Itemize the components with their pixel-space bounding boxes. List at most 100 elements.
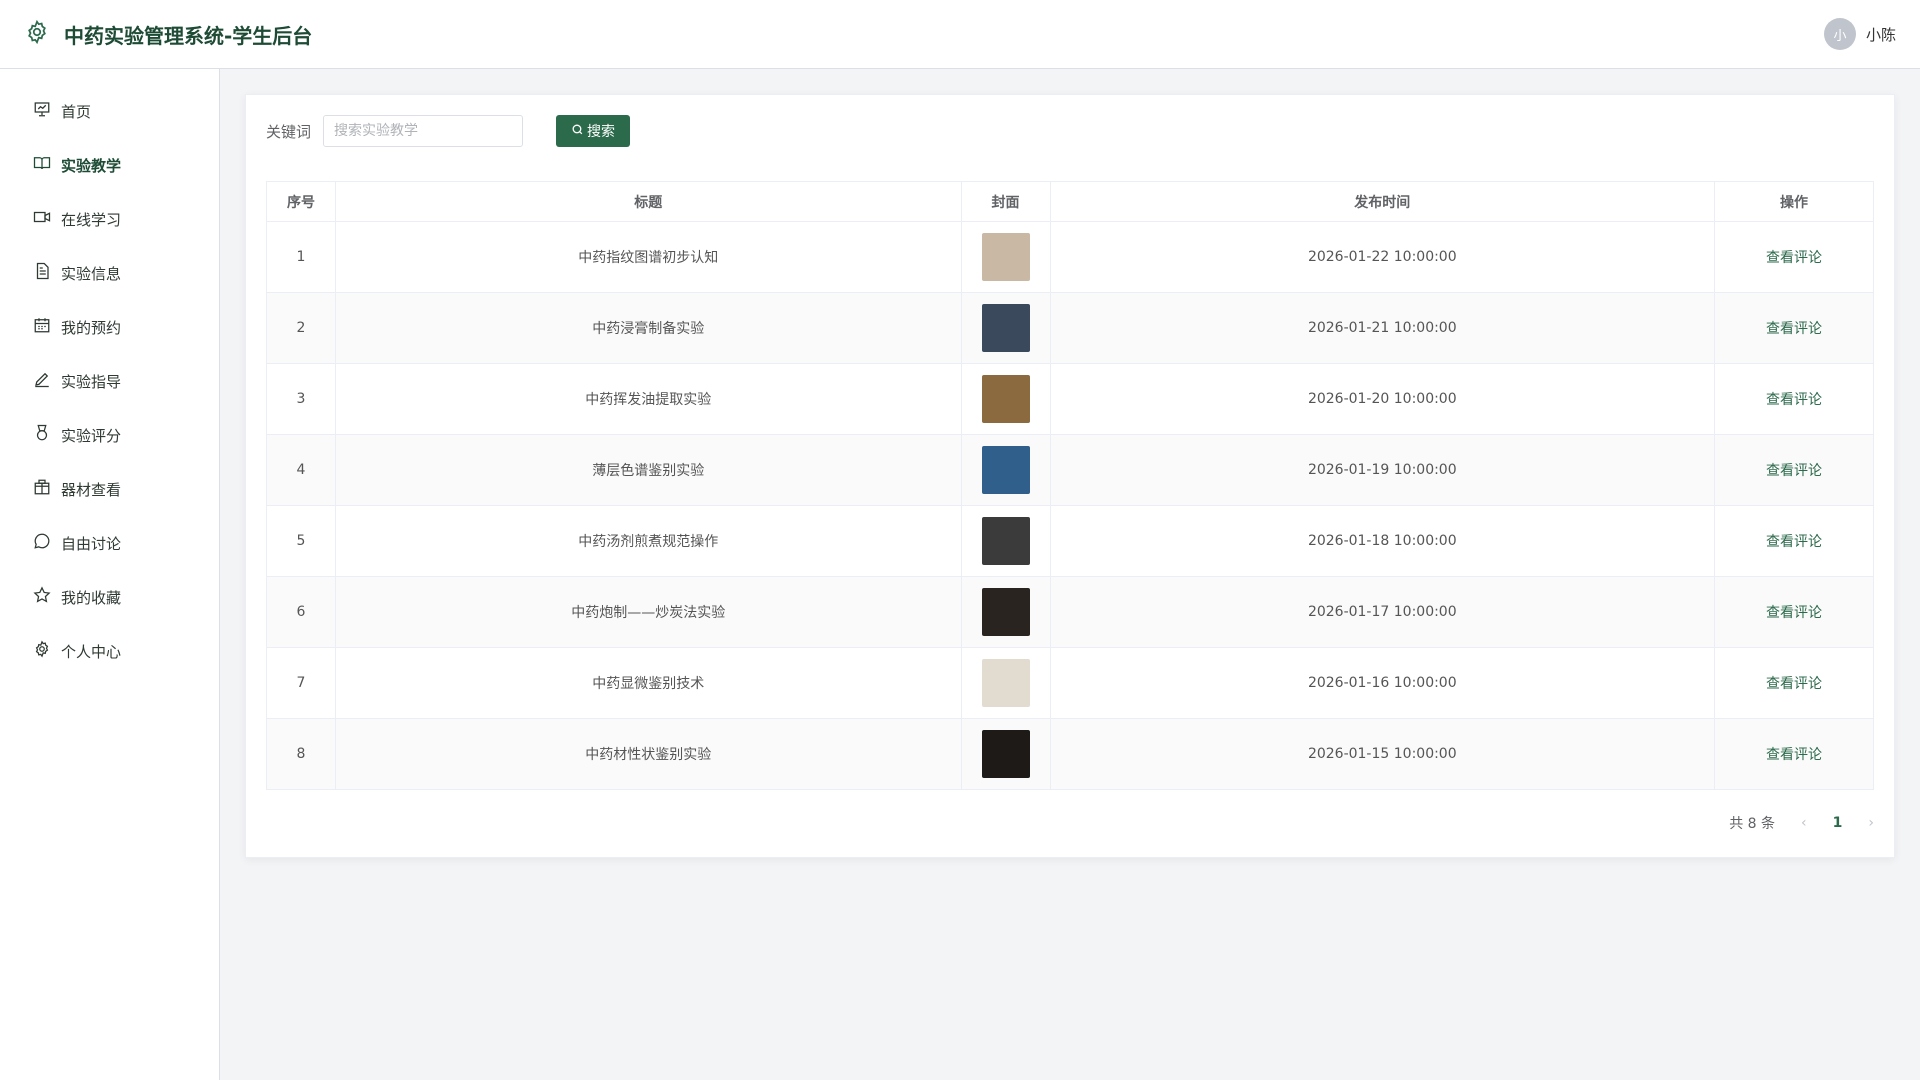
gear-icon [24, 19, 50, 49]
cover-thumbnail[interactable] [981, 730, 1030, 778]
sidebar-item-home[interactable]: 首页 [0, 84, 219, 138]
view-comments-link[interactable]: 查看评论 [1766, 392, 1822, 408]
row-index: 3 [266, 363, 336, 435]
cover-thumbnail[interactable] [981, 446, 1030, 494]
row-published-time: 2026-01-19 10:00:00 [1049, 434, 1716, 506]
row-published-time: 2026-01-18 10:00:00 [1049, 505, 1716, 577]
column-header: 发布时间 [1049, 181, 1716, 222]
search-button[interactable]: 搜索 [556, 115, 631, 147]
table-row: 4 薄层色谱鉴别实验 2026-01-19 10:00:00 查看评论 [266, 434, 1874, 506]
search-button-label: 搜索 [587, 124, 616, 140]
view-comments-link[interactable]: 查看评论 [1766, 676, 1822, 692]
pen-icon [33, 370, 51, 392]
sidebar-item-label: 个人中心 [61, 642, 122, 661]
row-title: 中药汤剂煎煮规范操作 [334, 505, 962, 577]
view-comments-link[interactable]: 查看评论 [1766, 250, 1822, 266]
table-row: 6 中药炮制——炒炭法实验 2026-01-17 10:00:00 查看评论 [266, 576, 1874, 648]
content-panel: 关键词 搜索 序号 标题 封面 发布时间 操作 1中药指纹图谱初步认知2026-… [245, 94, 1895, 858]
page-number[interactable]: 1 [1833, 815, 1843, 831]
view-comments-link[interactable]: 查看评论 [1766, 605, 1822, 621]
row-actions: 查看评论 [1714, 647, 1874, 719]
sidebar-item-label: 器材查看 [61, 480, 122, 499]
column-header: 操作 [1714, 181, 1874, 222]
sidebar-item-label: 我的预约 [61, 318, 122, 337]
row-title: 中药显微鉴别技术 [334, 647, 962, 719]
document-icon [33, 262, 51, 284]
cover-thumbnail[interactable] [981, 304, 1030, 352]
search-input[interactable] [323, 115, 524, 147]
row-actions: 查看评论 [1714, 576, 1874, 648]
row-published-time: 2026-01-21 10:00:00 [1049, 292, 1716, 364]
cover-thumbnail[interactable] [981, 659, 1030, 707]
view-comments-link[interactable]: 查看评论 [1766, 463, 1822, 479]
next-page-button[interactable]: › [1868, 815, 1874, 831]
row-index: 2 [266, 292, 336, 364]
table-row: 3 中药挥发油提取实验 2026-01-20 10:00:00 查看评论 [266, 363, 1874, 435]
row-index: 7 [266, 647, 336, 719]
row-actions: 查看评论 [1714, 434, 1874, 506]
row-cover-cell [960, 292, 1051, 364]
row-cover-cell [960, 221, 1051, 293]
sidebar-item-experiment-info[interactable]: 实验信息 [0, 246, 219, 300]
row-actions: 查看评论 [1714, 505, 1874, 577]
table-row: 8 中药材性状鉴别实验 2026-01-15 10:00:00 查看评论 [266, 718, 1874, 790]
cover-thumbnail[interactable] [981, 588, 1030, 636]
view-comments-link[interactable]: 查看评论 [1766, 321, 1822, 337]
view-comments-link[interactable]: 查看评论 [1766, 534, 1822, 550]
row-cover-cell [960, 434, 1051, 506]
app-title: 中药实验管理系统-学生后台 [64, 23, 313, 48]
sidebar-item-profile[interactable]: 个人中心 [0, 624, 219, 678]
row-actions: 查看评论 [1714, 718, 1874, 790]
chat-icon [33, 532, 51, 554]
row-published-time: 2026-01-17 10:00:00 [1049, 576, 1716, 648]
row-cover-cell [960, 718, 1051, 790]
row-title: 中药材性状鉴别实验 [334, 718, 962, 790]
presentation-icon [33, 100, 51, 122]
sidebar-item-label: 实验指导 [61, 372, 122, 391]
cover-thumbnail[interactable] [981, 517, 1030, 565]
table-row: 5 中药汤剂煎煮规范操作 2026-01-18 10:00:00 查看评论 [266, 505, 1874, 577]
column-header: 序号 [266, 181, 336, 222]
brand: 中药实验管理系统-学生后台 [24, 19, 312, 49]
row-title: 中药炮制——炒炭法实验 [334, 576, 962, 648]
row-index: 8 [266, 718, 336, 790]
gear-icon [33, 640, 51, 662]
row-cover-cell [960, 363, 1051, 435]
sidebar-item-my-reservations[interactable]: 我的预约 [0, 300, 219, 354]
sidebar-item-label: 在线学习 [61, 210, 122, 229]
search-label: 关键词 [266, 122, 312, 141]
sidebar-item-online-learning[interactable]: 在线学习 [0, 192, 219, 246]
video-camera-icon [33, 208, 51, 230]
row-cover-cell [960, 647, 1051, 719]
avatar[interactable]: 小 [1823, 18, 1856, 50]
table-header-row: 序号 标题 封面 发布时间 操作 [266, 181, 1874, 222]
cover-thumbnail[interactable] [981, 375, 1030, 423]
prev-page-button[interactable]: ‹ [1801, 815, 1807, 831]
sidebar-item-teaching[interactable]: 实验教学 [0, 138, 219, 192]
sidebar-item-discussion[interactable]: 自由讨论 [0, 516, 219, 570]
book-icon [33, 154, 51, 176]
row-cover-cell [960, 505, 1051, 577]
medal-icon [33, 424, 51, 446]
username[interactable]: 小陈 [1866, 24, 1896, 45]
sidebar-item-scoring[interactable]: 实验评分 [0, 408, 219, 462]
sidebar-item-guidance[interactable]: 实验指导 [0, 354, 219, 408]
row-published-time: 2026-01-22 10:00:00 [1049, 221, 1716, 293]
row-index: 4 [266, 434, 336, 506]
table-row: 2 中药浸膏制备实验 2026-01-21 10:00:00 查看评论 [266, 292, 1874, 364]
total-count: 共 8 条 [1729, 816, 1776, 832]
column-header: 标题 [334, 181, 962, 222]
pagination: 共 8 条 ‹ 1 › [1729, 813, 1874, 833]
row-index: 1 [266, 221, 336, 293]
teaching-table: 序号 标题 封面 发布时间 操作 1 中药指纹图谱初步认知 2026-01-22 1… [266, 181, 1874, 790]
user-menu[interactable]: 小 小陈 [1823, 18, 1896, 50]
sidebar-item-favorites[interactable]: 我的收藏 [0, 570, 219, 624]
sidebar-item-label: 实验评分 [61, 426, 122, 445]
sidebar-item-equipment[interactable]: 器材查看 [0, 462, 219, 516]
cover-thumbnail[interactable] [981, 233, 1030, 281]
column-header: 封面 [960, 181, 1051, 222]
row-actions: 查看评论 [1714, 292, 1874, 364]
sidebar-item-label: 实验信息 [61, 264, 122, 283]
table-row: 1 中药指纹图谱初步认知 2026-01-22 10:00:00 查看评论 [266, 221, 1874, 293]
view-comments-link[interactable]: 查看评论 [1766, 747, 1822, 763]
